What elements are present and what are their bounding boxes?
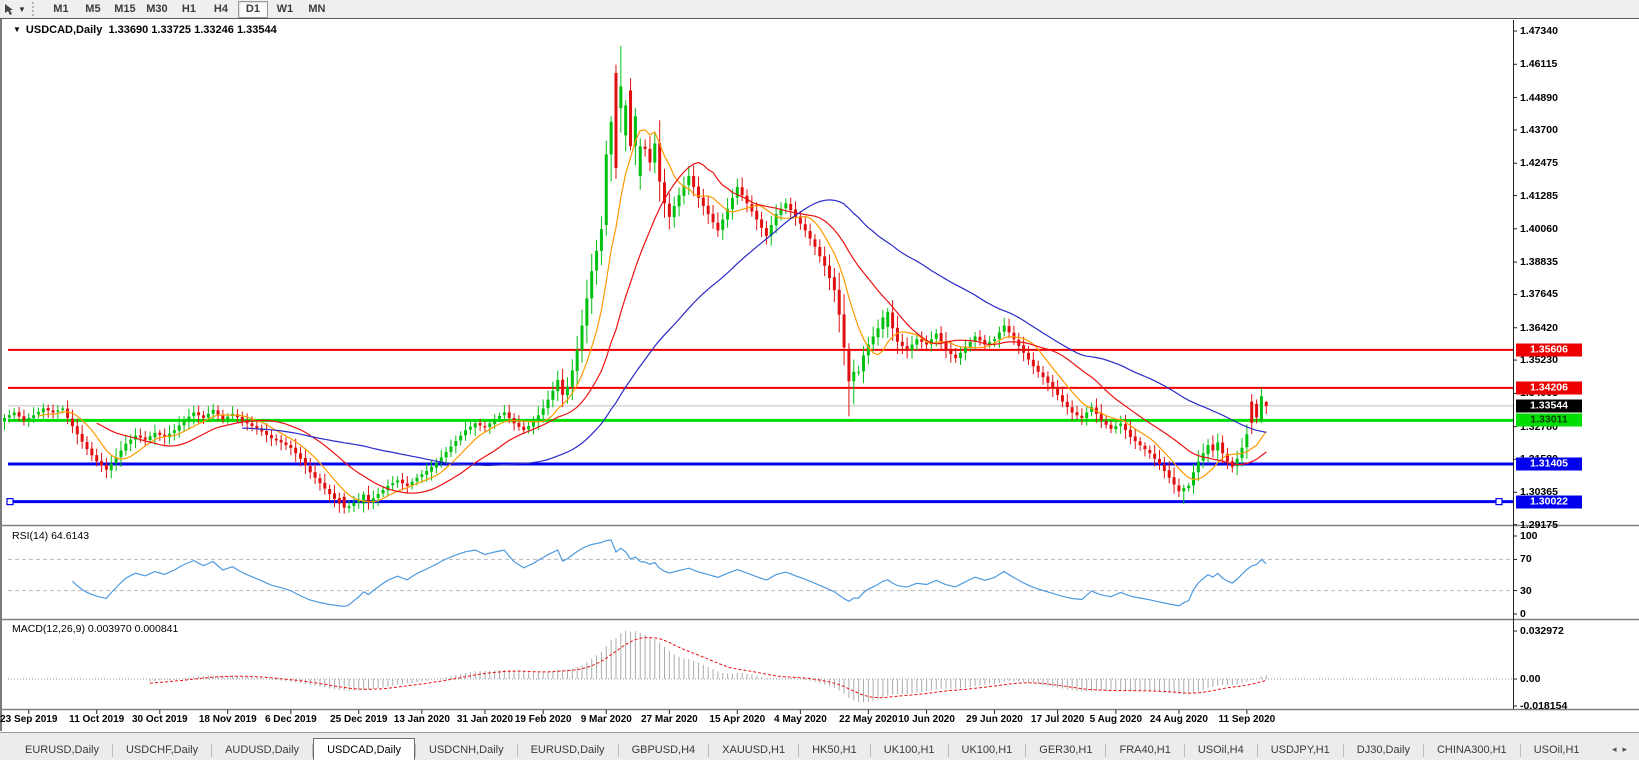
horizontal-level-lines bbox=[7, 350, 1513, 505]
chart-tab-UK100-H1[interactable]: UK100,H1 bbox=[949, 740, 1026, 760]
collapse-triangle-icon[interactable]: ▼ bbox=[13, 25, 21, 34]
mt4-terminal: { "toolbar": { "tool_icon": "cursor-tool… bbox=[0, 0, 1639, 760]
chart-symbol-label: USDCAD,Daily bbox=[26, 24, 102, 36]
macd-panel bbox=[8, 631, 1517, 706]
timeframe-button-M1[interactable]: M1 bbox=[46, 1, 76, 18]
rsi-panel bbox=[8, 536, 1517, 614]
timeframe-button-M30[interactable]: M30 bbox=[142, 1, 172, 18]
chart-tab-UK100-H1[interactable]: UK100,H1 bbox=[871, 740, 948, 760]
chart-canvas[interactable] bbox=[0, 0, 1639, 760]
quote-close: 1.33544 bbox=[237, 24, 277, 36]
quote-high: 1.33725 bbox=[151, 24, 191, 36]
timeframe-button-MN[interactable]: MN bbox=[302, 1, 332, 18]
ma-fast-orange bbox=[39, 130, 1267, 502]
chart-tab-USDCAD-Daily[interactable]: USDCAD,Daily bbox=[313, 738, 415, 760]
chart-tab-USDCHF-Daily[interactable]: USDCHF,Daily bbox=[113, 740, 211, 760]
chart-tab-EURUSD-Daily[interactable]: EURUSD,Daily bbox=[518, 740, 618, 760]
chart-tab-USDJPY-H1[interactable]: USDJPY,H1 bbox=[1258, 740, 1343, 760]
chart-tab-GER30-H1[interactable]: GER30,H1 bbox=[1026, 740, 1105, 760]
chart-tab-DJ30-Daily[interactable]: DJ30,Daily bbox=[1344, 740, 1423, 760]
quote-open: 1.33690 bbox=[108, 24, 148, 36]
line-drag-handle[interactable] bbox=[7, 499, 13, 505]
chart-tab-FRA40-H1[interactable]: FRA40,H1 bbox=[1106, 740, 1183, 760]
chart-title: ▼ USDCAD,Daily 1.33690 1.33725 1.33246 1.… bbox=[13, 24, 277, 36]
moving-average-lines bbox=[39, 130, 1267, 502]
chart-tab-USOil-H4[interactable]: USOil,H4 bbox=[1185, 740, 1257, 760]
chevron-down-icon[interactable]: ▼ bbox=[18, 5, 26, 14]
timeframe-button-D1[interactable]: D1 bbox=[238, 1, 268, 18]
chart-tab-USOil-H1[interactable]: USOil,H1 bbox=[1521, 740, 1593, 760]
toolbar-grip[interactable] bbox=[32, 2, 39, 16]
rsi-label: RSI(14) 64.6143 bbox=[12, 530, 89, 542]
chart-tab-CHINA300-H1[interactable]: CHINA300,H1 bbox=[1424, 740, 1520, 760]
chart-tab-USDCNH-Daily[interactable]: USDCNH,Daily bbox=[416, 740, 517, 760]
chart-tab-bar: EURUSD,DailyUSDCHF,DailyAUDUSD,DailyUSDC… bbox=[0, 732, 1639, 760]
timeframe-button-M5[interactable]: M5 bbox=[78, 1, 108, 18]
ma-slow-blue bbox=[242, 200, 1266, 466]
tab-scroll-right-icon[interactable]: ▸ bbox=[1622, 744, 1633, 754]
crosshair-cursor-icon[interactable] bbox=[0, 1, 18, 17]
ma-mid-red bbox=[97, 163, 1267, 494]
chart-tab-GBPUSD-H4[interactable]: GBPUSD,H4 bbox=[619, 740, 709, 760]
chart-tab-EURUSD-Daily[interactable]: EURUSD,Daily bbox=[12, 740, 112, 760]
timeframe-toolbar: ▼ M1M5M15M30H1H4D1W1MN bbox=[0, 0, 1639, 19]
tab-scroll-arrows: ◂▸ bbox=[1612, 744, 1633, 755]
tab-scroll-left-icon[interactable]: ◂ bbox=[1612, 744, 1623, 754]
candles-layer bbox=[3, 46, 1268, 514]
date-axis bbox=[29, 710, 1247, 714]
chart-tab-XAUUSD-H1[interactable]: XAUUSD,H1 bbox=[709, 740, 798, 760]
macd-label: MACD(12,26,9) 0.003970 0.000841 bbox=[12, 623, 178, 635]
timeframe-buttons: M1M5M15M30H1H4D1W1MN bbox=[45, 1, 333, 18]
chart-tab-HK50-H1[interactable]: HK50,H1 bbox=[799, 740, 870, 760]
timeframe-button-M15[interactable]: M15 bbox=[110, 1, 140, 18]
timeframe-button-H4[interactable]: H4 bbox=[206, 1, 236, 18]
timeframe-button-W1[interactable]: W1 bbox=[270, 1, 300, 18]
panel-borders bbox=[0, 20, 1639, 710]
chart-tab-AUDUSD-Daily[interactable]: AUDUSD,Daily bbox=[212, 740, 312, 760]
timeframe-button-H1[interactable]: H1 bbox=[174, 1, 204, 18]
line-drag-handle[interactable] bbox=[1496, 499, 1502, 505]
rsi-line bbox=[72, 540, 1266, 606]
quote-low: 1.33246 bbox=[194, 24, 234, 36]
